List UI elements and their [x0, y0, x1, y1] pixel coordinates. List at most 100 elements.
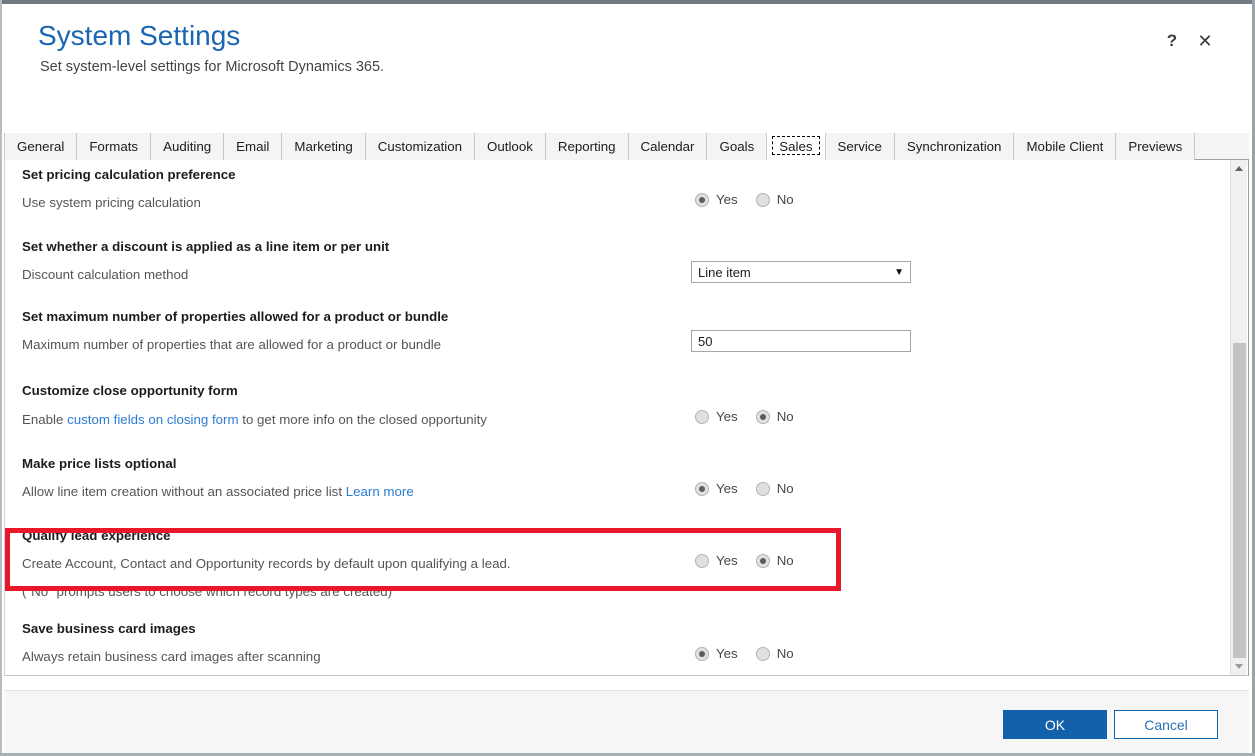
section-customize-close-opportunity-form: Customize close opportunity form Enable … — [5, 370, 1225, 440]
radio-label-yes: Yes — [716, 192, 738, 207]
scroll-down-arrow-icon[interactable] — [1231, 658, 1247, 675]
section-description: Create Account, Contact and Opportunity … — [22, 556, 511, 571]
radio-option-yes[interactable]: Yes — [695, 193, 738, 207]
radio-label-yes: Yes — [716, 646, 738, 661]
radio-dot-no — [755, 193, 770, 207]
tab-reporting[interactable]: Reporting — [545, 133, 629, 160]
scrollbar-thumb[interactable] — [1233, 343, 1246, 660]
radio-dot-no — [755, 554, 770, 568]
section-title: Make price lists optional — [22, 456, 177, 471]
help-icon[interactable]: ? — [1159, 28, 1185, 54]
tab-service[interactable]: Service — [825, 133, 895, 160]
radio-option-yes[interactable]: Yes — [695, 410, 738, 424]
page-subtitle: Set system-level settings for Microsoft … — [40, 59, 385, 75]
tab-previews[interactable]: Previews — [1116, 133, 1196, 160]
system-settings-dialog: System Settings Set system-level setting… — [0, 0, 1255, 756]
discount-calculation-method-select[interactable]: Line item ▼ — [691, 261, 911, 283]
radio-option-yes[interactable]: Yes — [695, 647, 738, 661]
section-description: Allow line item creation without an asso… — [22, 484, 414, 499]
dialog-header: System Settings Set system-level setting… — [4, 4, 1252, 122]
section-save-business-card-images: Save business card images Always retain … — [5, 614, 1225, 675]
section-title: Customize close opportunity form — [22, 383, 238, 398]
tab-email[interactable]: Email — [224, 133, 283, 160]
window-left-border — [0, 0, 2, 756]
tab-outlook[interactable]: Outlook — [475, 133, 546, 160]
tab-customization[interactable]: Customization — [365, 133, 476, 160]
tab-label: Previews — [1128, 139, 1183, 154]
radio-label-no: No — [776, 646, 794, 661]
section-pricing-calculation: Set pricing calculation preference Use s… — [5, 160, 1225, 230]
section-title: Set maximum number of properties allowed… — [22, 309, 449, 324]
tab-label: Reporting — [557, 139, 616, 154]
tab-mobile-client[interactable]: Mobile Client — [1014, 133, 1117, 160]
tab-label: Calendar — [640, 139, 695, 154]
tab-general[interactable]: General — [4, 133, 78, 160]
radio-dot-yes — [695, 554, 709, 568]
radio-dot-yes — [695, 193, 709, 207]
section-description: Discount calculation method — [22, 267, 189, 282]
tab-label: Marketing — [294, 139, 353, 154]
tab-strip: General Formats Auditing Email Marketing Cust… — [4, 133, 1249, 161]
radio-option-no[interactable]: No — [755, 646, 794, 661]
tab-formats[interactable]: Formats — [77, 133, 152, 160]
radio-label-no: No — [776, 553, 794, 568]
settings-content-panel: Set pricing calculation preference Use s… — [4, 160, 1249, 676]
page-title: System Settings — [38, 20, 241, 51]
scroll-up-arrow-icon[interactable] — [1231, 160, 1247, 177]
ok-button[interactable]: OK — [1003, 710, 1107, 739]
section-title: Save business card images — [22, 621, 196, 636]
section-description: Always retain business card images after… — [22, 649, 321, 664]
radio-label-no: No — [776, 481, 794, 496]
tab-label: Goals — [719, 139, 755, 154]
section-make-price-lists-optional: Make price lists optional Allow line ite… — [5, 442, 1225, 514]
tab-label: Email — [236, 139, 270, 154]
section-discount-calculation: Set whether a discount is applied as a l… — [5, 230, 1225, 300]
radio-dot-yes — [695, 647, 709, 661]
tab-label: Service — [837, 139, 882, 154]
tab-label: Sales — [779, 139, 813, 154]
radio-option-yes[interactable]: Yes — [695, 482, 738, 496]
section-description: Use system pricing calculation — [22, 195, 201, 210]
select-value: Line item — [698, 264, 751, 280]
description-text-before: Allow line item creation without an asso… — [22, 484, 346, 499]
description-text-before: Enable — [22, 412, 68, 427]
vertical-scrollbar[interactable] — [1230, 160, 1247, 675]
radio-dot-yes — [695, 410, 709, 424]
radio-option-yes[interactable]: Yes — [695, 554, 738, 568]
radio-dot-no — [755, 482, 770, 496]
tab-marketing[interactable]: Marketing — [282, 133, 366, 160]
radio-group-enable-custom-fields: Yes No — [695, 410, 794, 424]
section-max-properties: Set maximum number of properties allowed… — [5, 300, 1225, 370]
tab-calendar[interactable]: Calendar — [628, 133, 708, 160]
tab-label: Formats — [89, 139, 139, 154]
section-description: Enable custom fields on closing form to … — [22, 412, 487, 427]
section-description: Maximum number of properties that are al… — [22, 337, 442, 352]
radio-group-use-system-pricing: Yes No — [695, 193, 794, 207]
custom-fields-on-closing-form-link[interactable]: custom fields on closing form — [67, 412, 238, 427]
section-title: Qualify lead experience — [22, 528, 171, 543]
learn-more-link[interactable]: Learn more — [346, 484, 414, 499]
tab-goals[interactable]: Goals — [707, 133, 768, 160]
radio-group-price-lists-optional: Yes No — [695, 482, 794, 496]
tab-synchronization[interactable]: Synchronization — [894, 133, 1015, 160]
radio-label-yes: Yes — [716, 553, 738, 568]
max-properties-input[interactable] — [691, 330, 911, 352]
radio-dot-yes — [695, 482, 709, 496]
section-title: Set whether a discount is applied as a l… — [22, 239, 390, 254]
description-text-after: to get more info on the closed opportuni… — [238, 412, 487, 427]
tab-sales[interactable]: Sales — [767, 133, 826, 161]
radio-option-no[interactable]: No — [755, 193, 794, 207]
radio-group-save-business-card-images: Yes No — [695, 647, 794, 661]
section-qualify-lead-experience: Qualify lead experience Create Account, … — [5, 514, 1225, 614]
cancel-button[interactable]: Cancel — [1114, 710, 1218, 739]
tab-label: Outlook — [487, 139, 533, 154]
tab-label: Auditing — [163, 139, 212, 154]
section-title: Set pricing calculation preference — [22, 167, 236, 182]
close-icon[interactable]: ✕ — [1192, 28, 1218, 54]
tab-auditing[interactable]: Auditing — [151, 133, 225, 160]
radio-option-no[interactable]: No — [755, 481, 794, 496]
radio-option-no[interactable]: No — [755, 553, 794, 568]
radio-option-no[interactable]: No — [755, 410, 794, 424]
tab-label: General — [17, 139, 65, 154]
radio-dot-no — [755, 647, 770, 661]
